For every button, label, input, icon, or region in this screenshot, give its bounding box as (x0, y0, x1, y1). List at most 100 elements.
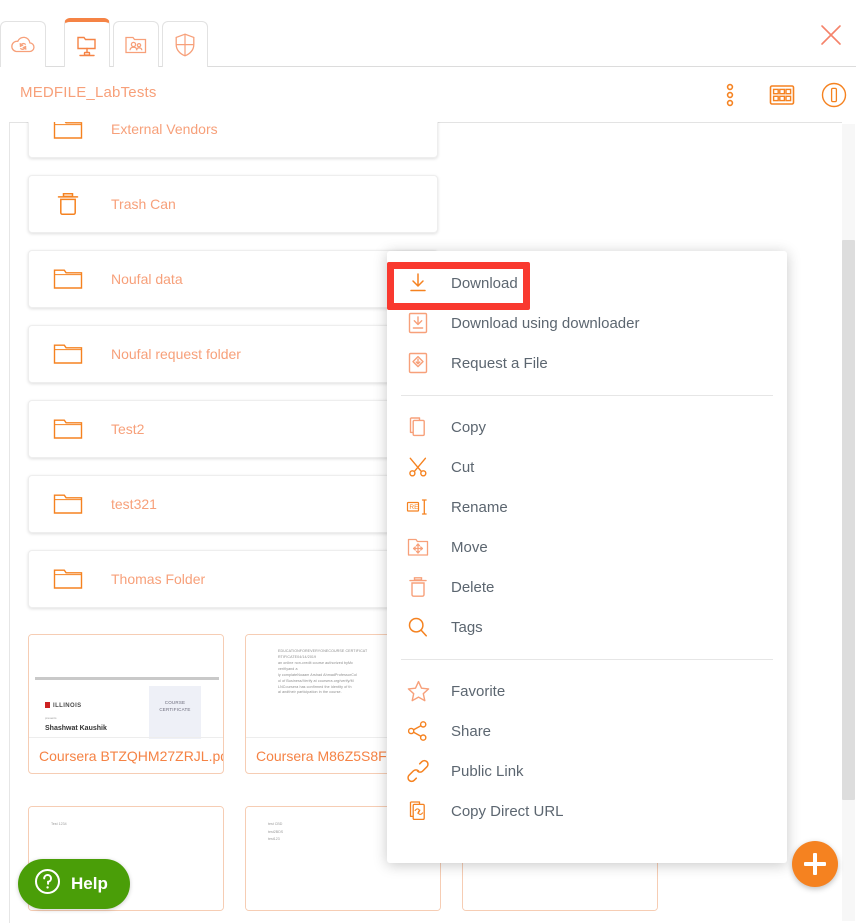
scissors-icon (403, 453, 433, 481)
info-icon[interactable] (819, 80, 849, 110)
table-row[interactable]: Thomas Folder (28, 550, 438, 608)
folder-network-icon (74, 32, 100, 58)
rename-icon: RE (403, 493, 433, 521)
folder-icon (51, 342, 85, 366)
folder-icon (51, 567, 85, 591)
scrollbar-thumb[interactable] (842, 240, 855, 800)
content-left-border (9, 122, 10, 923)
row-label: Test2 (111, 421, 145, 437)
svg-text:RE: RE (409, 504, 419, 511)
certificate-title: COURSE CERTIFICATE (159, 700, 191, 712)
menu-item-label: Download using downloader (451, 314, 640, 332)
help-label: Help (71, 874, 108, 893)
request-file-icon (403, 349, 433, 377)
context-menu-group-edit: Copy Cut RE Rename Move Delete Tags (387, 396, 787, 647)
add-button[interactable] (792, 841, 838, 887)
doc-line: test2BDS (268, 829, 284, 834)
menu-item-label: Delete (451, 578, 495, 596)
menu-item-rename[interactable]: RE Rename (387, 487, 787, 527)
tab-cloud-sync[interactable] (0, 21, 46, 67)
row-label: External Vendors (111, 122, 218, 137)
mini-text-preview: Test 1234 (51, 821, 67, 829)
file-card[interactable]: ILLINOIS presents Shashwat Kaushik COURS… (28, 634, 224, 774)
folder-icon (51, 492, 85, 516)
menu-item-cut[interactable]: Cut (387, 447, 787, 487)
shield-icon (173, 32, 197, 58)
header-actions (715, 80, 849, 110)
doc-line: test123 (268, 837, 280, 842)
row-label: Noufal request folder (111, 346, 241, 362)
breadcrumb-bar: MEDFILE_LabTests (0, 68, 861, 122)
certificate-sub: presents (45, 716, 57, 720)
doc-line: Test 1234 (51, 822, 67, 826)
menu-item-label: Share (451, 722, 492, 740)
table-row[interactable]: test321 (28, 475, 438, 533)
row-label: Trash Can (111, 196, 176, 212)
certificate-thumbnail: ILLINOIS presents Shashwat Kaushik COURS… (35, 677, 219, 739)
folder-users-icon (123, 33, 149, 57)
download-icon (403, 269, 433, 297)
file-name: Coursera BTZQHM27ZRJL.pdf (29, 737, 223, 773)
menu-item-label: Move (451, 538, 488, 556)
trash-icon (403, 573, 433, 601)
copy-icon (403, 413, 433, 441)
menu-item-download[interactable]: Download (387, 263, 787, 303)
download-box-icon (403, 309, 433, 337)
tab-security[interactable] (162, 21, 208, 67)
certificate-badge: COURSE CERTIFICATE (149, 686, 201, 739)
move-icon (403, 533, 433, 561)
menu-item-download-using-downloader[interactable]: Download using downloader (387, 303, 787, 343)
context-menu-group-download: Download Download using downloader Reque… (387, 251, 787, 383)
menu-item-label: Public Link (451, 762, 524, 780)
plus-icon-bar (804, 862, 826, 866)
menu-item-label: Favorite (451, 682, 506, 700)
menu-item-move[interactable]: Move (387, 527, 787, 567)
mini-text-preview: test CBD test2BDS test123 (268, 821, 283, 844)
menu-item-favorite[interactable]: Favorite (387, 671, 787, 711)
table-row[interactable]: Noufal data (28, 250, 438, 308)
more-options-icon[interactable] (715, 80, 745, 110)
folder-icon (51, 122, 85, 141)
file-manager-window: MEDFILE_LabTests External Vendors Trash … (0, 0, 861, 923)
tab-bar (0, 0, 861, 68)
menu-item-label: Copy Direct URL (451, 802, 564, 820)
tab-my-files[interactable] (64, 18, 110, 67)
row-label: Thomas Folder (111, 571, 206, 587)
menu-item-delete[interactable]: Delete (387, 567, 787, 607)
file-preview: ILLINOIS presents Shashwat Kaushik COURS… (29, 635, 223, 739)
menu-item-public-link[interactable]: Public Link (387, 751, 787, 791)
menu-item-copy-direct-url[interactable]: Copy Direct URL (387, 791, 787, 831)
help-button[interactable]: Help (18, 859, 130, 909)
menu-item-share[interactable]: Share (387, 711, 787, 751)
table-row[interactable]: Noufal request folder (28, 325, 438, 383)
certificate-name: Shashwat Kaushik (45, 725, 107, 732)
link-icon (403, 757, 433, 785)
table-row[interactable]: Test2 (28, 400, 438, 458)
breadcrumb[interactable]: MEDFILE_LabTests (20, 84, 157, 101)
certificate-org: ILLINOIS (45, 702, 82, 709)
folder-icon (51, 417, 85, 441)
share-icon (403, 717, 433, 745)
menu-item-label: Tags (451, 618, 483, 636)
copy-link-icon (403, 797, 433, 825)
menu-item-label: Request a File (451, 354, 548, 372)
menu-item-request-a-file[interactable]: Request a File (387, 343, 787, 383)
row-label: Noufal data (111, 271, 183, 287)
menu-item-label: Copy (451, 418, 487, 436)
doc-line: test CBD (268, 822, 283, 826)
trash-icon (51, 190, 85, 218)
star-icon (403, 677, 433, 705)
table-row[interactable]: Trash Can (28, 175, 438, 233)
row-label: test321 (111, 496, 157, 512)
grid-view-icon[interactable] (767, 80, 797, 110)
window-right-edge (856, 0, 861, 923)
menu-item-tags[interactable]: Tags (387, 607, 787, 647)
menu-item-label: Download (451, 274, 518, 292)
tab-shared-files[interactable] (113, 21, 159, 67)
context-menu-group-share: Favorite Share Public Link Copy Direct U… (387, 660, 787, 831)
context-menu: Download Download using downloader Reque… (387, 251, 787, 863)
table-row[interactable]: External Vendors (28, 122, 438, 158)
menu-item-label: Rename (451, 498, 508, 516)
close-button[interactable] (813, 17, 849, 53)
menu-item-copy[interactable]: Copy (387, 407, 787, 447)
